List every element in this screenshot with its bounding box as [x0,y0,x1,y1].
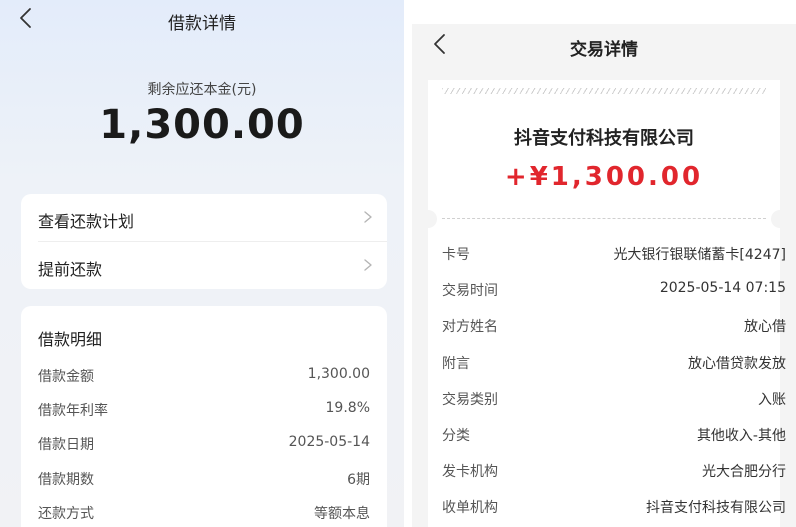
detail-row: 借款期数 6期 [21,465,387,491]
merchant-name: 抖音支付科技有限公司 [514,128,694,149]
transaction-row: 卡号 光大银行银联储蓄卡[4247] [428,240,786,266]
row-value: 光大银行银联储蓄卡[4247] [613,247,786,263]
detail-key: 借款日期 [38,437,94,453]
chevron-right-icon [364,211,372,223]
detail-value: 1,300.00 [307,366,370,382]
receipt-hatch-border [442,88,766,94]
page-title: 借款详情 [168,14,236,34]
receipt-notch [419,210,437,228]
detail-row: 借款日期 2025-05-14 [21,430,387,456]
chevron-right-icon [364,259,372,271]
receipt-notch [771,210,789,228]
early-repayment-item[interactable]: 提前还款 [21,242,387,289]
remaining-principal-label: 剩余应还本金(元) [147,82,257,98]
row-key: 交易类别 [442,392,498,408]
detail-key: 借款年利率 [38,403,108,419]
detail-row: 还款方式 等额本息 [21,499,387,525]
detail-row: 借款年利率 19.8% [21,396,387,422]
transaction-row: 收单机构 抖音支付科技有限公司 [428,493,786,519]
row-key: 分类 [442,428,470,444]
transaction-row: 分类 其他收入-其他 [428,421,786,447]
section-title: 借款明细 [38,330,103,349]
transaction-row: 附言 放心借贷款发放 [428,349,786,375]
dashed-divider [442,218,766,219]
transaction-amount: +¥1,300.00 [504,162,704,192]
row-value: 入账 [758,392,786,408]
transaction-row: 交易时间 2025-05-14 07:15 [428,276,786,302]
detail-key: 借款金额 [38,369,94,385]
row-key: 交易时间 [442,283,498,299]
loan-detail-screen: 借款详情 剩余应还本金(元) 1,300.00 查看还款计划 提前还款 借款明细… [0,0,404,527]
navigation-bar: 借款详情 [0,0,404,44]
detail-key: 还款方式 [38,506,94,522]
detail-value: 2025-05-14 [288,434,370,450]
view-repayment-plan-item[interactable]: 查看还款计划 [21,194,387,241]
transaction-row: 对方姓名 放心借 [428,312,786,338]
row-value: 光大合肥分行 [702,464,786,480]
detail-value: 19.8% [325,400,370,416]
row-key: 卡号 [442,247,470,263]
row-value: 其他收入-其他 [696,428,786,444]
menu-item-label: 提前还款 [38,260,103,279]
detail-value: 等额本息 [314,506,370,522]
detail-row: 借款金额 1,300.00 [21,362,387,388]
row-value: 2025-05-14 07:15 [659,280,786,296]
navigation-bar: 交易详情 [412,24,796,68]
transaction-detail-screen: 交易详情 抖音支付科技有限公司 +¥1,300.00 卡号 光大银行银联储蓄卡[… [412,24,796,527]
row-key: 附言 [442,356,470,372]
receipt-card: 抖音支付科技有限公司 +¥1,300.00 卡号 光大银行银联储蓄卡[4247]… [419,80,789,527]
menu-item-label: 查看还款计划 [38,212,135,231]
remaining-principal-amount: 1,300.00 [99,102,305,148]
detail-value: 6期 [347,472,370,488]
page-title: 交易详情 [570,40,638,60]
row-key: 发卡机构 [442,464,498,480]
detail-key: 借款期数 [38,472,94,488]
transaction-row: 交易类别 入账 [428,385,786,411]
row-key: 收单机构 [442,500,498,516]
loan-actions-card: 查看还款计划 提前还款 [21,194,387,289]
row-value: 放心借 [744,319,786,335]
row-value: 放心借贷款发放 [688,356,786,372]
loan-details-card: 借款明细 借款金额 1,300.00 借款年利率 19.8% 借款日期 2025… [21,306,387,527]
row-key: 对方姓名 [442,319,498,335]
transaction-row: 发卡机构 光大合肥分行 [428,457,786,483]
row-value: 抖音支付科技有限公司 [646,500,786,516]
